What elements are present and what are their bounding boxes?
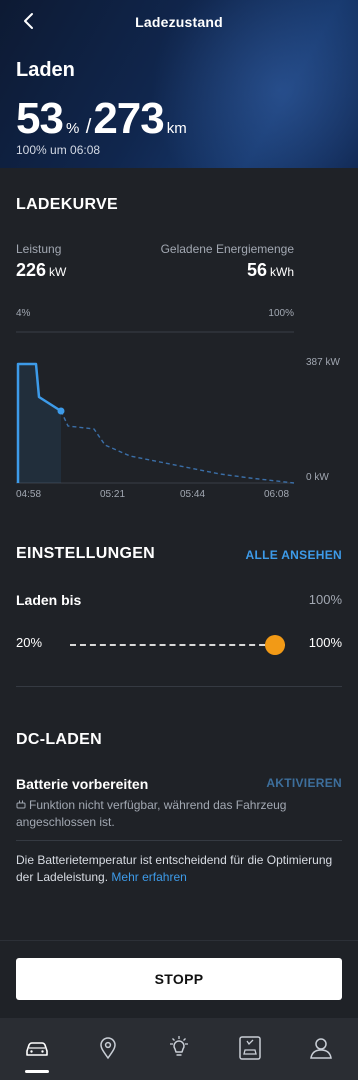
- nav-tab-service[interactable]: [236, 1034, 264, 1062]
- current-point-marker: [57, 407, 65, 415]
- energy-readout: 56 kWh: [247, 260, 294, 281]
- lightbulb-icon: [170, 1036, 188, 1056]
- dc-section-title: DC-LADEN: [16, 731, 102, 748]
- learn-more-link[interactable]: Mehr erfahren: [111, 870, 186, 884]
- charging-status: Laden: [16, 59, 75, 81]
- unavailable-note-text: Funktion nicht verfügbar, während das Fa…: [16, 798, 287, 829]
- nav-tab-profile[interactable]: [307, 1034, 335, 1062]
- energy-value: 56: [246, 260, 267, 280]
- activate-button[interactable]: AKTIVIEREN: [266, 776, 342, 790]
- full-charge-eta: 100% um 06:08: [16, 143, 101, 157]
- charge-limit-value: 100%: [308, 592, 342, 607]
- battery-info: Die Batterietemperatur ist entscheidend …: [16, 852, 336, 886]
- forecast-curve-line: [60, 410, 295, 484]
- footer-divider: [0, 940, 358, 941]
- profile-icon: [310, 1038, 332, 1059]
- soc-unit: %: [65, 120, 80, 137]
- power-readout: 226 kW: [16, 260, 66, 281]
- slider-thumb[interactable]: [265, 635, 285, 655]
- range-start-label: 4%: [16, 308, 31, 319]
- time-label-2: 05:21: [100, 489, 126, 500]
- charging-header: Ladezustand Laden 53% /273 km 100% um 06:…: [0, 0, 358, 168]
- time-label-3: 05:44: [180, 489, 206, 500]
- soc-value: 53: [16, 94, 64, 143]
- power-label: Leistung: [16, 242, 62, 256]
- curve-fill: [18, 364, 61, 483]
- slider-min-label: 20%: [16, 635, 43, 650]
- power-unit: kW: [49, 265, 67, 279]
- charge-limit-slider[interactable]: [70, 635, 285, 655]
- battery-prepare-label: Batterie vorbereiten: [16, 776, 149, 792]
- range-end-label: 100%: [268, 308, 294, 319]
- section-divider: [16, 686, 342, 687]
- power-value: 226: [16, 260, 47, 280]
- time-label-start: 04:58: [16, 489, 42, 500]
- curve-section-title: LADEKURVE: [16, 196, 118, 213]
- stop-charging-button[interactable]: STOPP: [16, 958, 342, 1000]
- section-divider-2: [16, 840, 342, 841]
- nav-tab-map[interactable]: [94, 1034, 122, 1062]
- charge-limit-label: Laden bis: [16, 592, 82, 608]
- settings-section-title: EINSTELLUNGEN: [16, 545, 156, 562]
- active-tab-indicator: [25, 1070, 49, 1073]
- see-all-link[interactable]: ALLE ANSEHEN: [246, 548, 343, 562]
- location-pin-icon: [100, 1037, 116, 1060]
- slider-max-label: 100%: [308, 635, 342, 650]
- vehicle-service-icon: [239, 1036, 261, 1060]
- car-icon: [26, 1042, 48, 1056]
- energy-label: Geladene Energiemenge: [160, 242, 294, 256]
- bottom-navigation: [0, 1018, 358, 1080]
- time-label-end: 06:08: [264, 489, 290, 500]
- unavailable-note: Funktion nicht verfügbar, während das Fa…: [16, 797, 336, 831]
- page-title: Ladezustand: [135, 14, 223, 30]
- charge-stats: 53% /273 km: [16, 94, 187, 144]
- slider-track: [70, 644, 285, 646]
- nav-tab-vehicle[interactable]: [23, 1034, 51, 1062]
- charging-curve-chart: [16, 331, 295, 484]
- separator: /: [85, 116, 92, 138]
- plug-icon: [16, 800, 26, 809]
- energy-unit: kWh: [270, 265, 294, 279]
- nav-tab-discover[interactable]: [165, 1034, 193, 1062]
- range-value: 273: [93, 94, 164, 143]
- range-unit: km: [166, 120, 187, 137]
